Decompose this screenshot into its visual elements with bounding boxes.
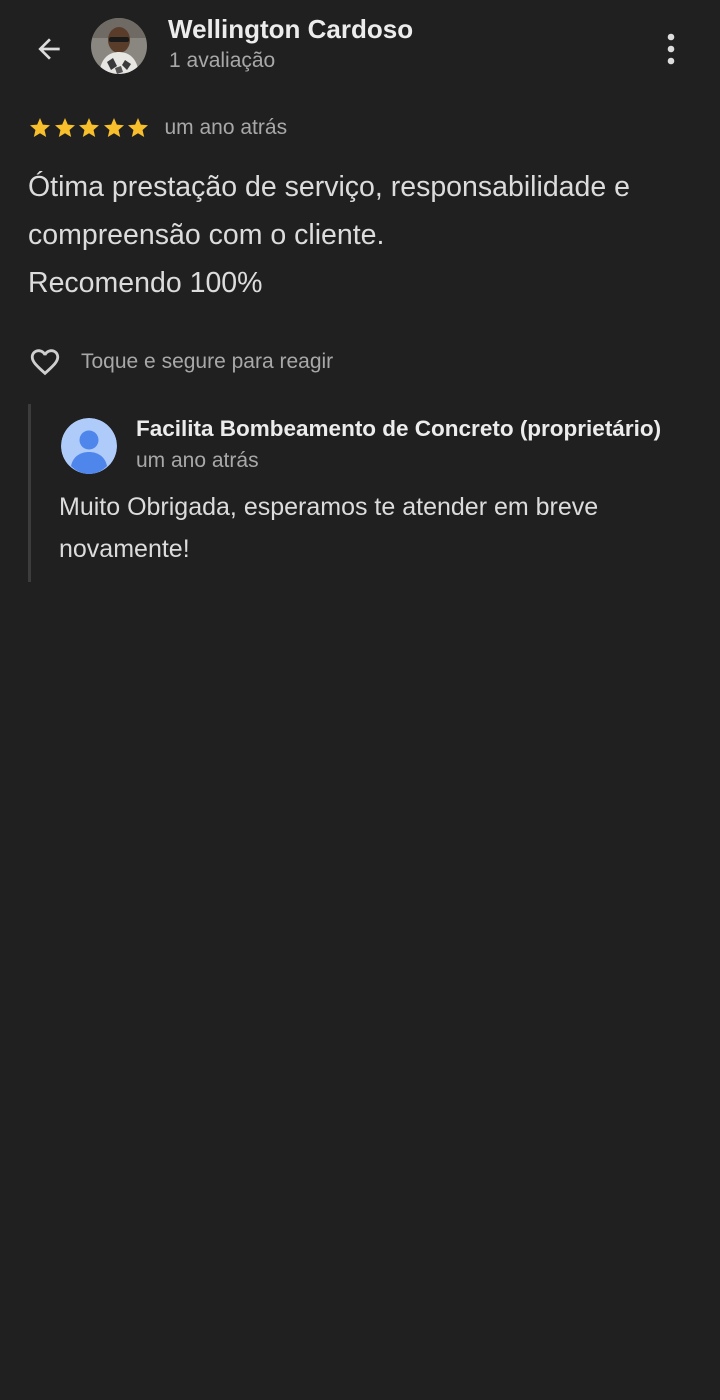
review-time: um ano atrás xyxy=(164,116,288,139)
review-header: Wellington Cardoso 1 avaliação xyxy=(0,0,720,96)
star-rating xyxy=(28,116,151,140)
reviewer-review-count: 1 avaliação xyxy=(169,49,276,72)
react-button[interactable]: Toque e segure para reagir xyxy=(26,342,333,382)
more-options-button[interactable] xyxy=(650,26,692,72)
heart-outline-icon xyxy=(30,349,60,376)
reviewer-photo xyxy=(91,18,147,74)
reviewer-avatar[interactable] xyxy=(91,18,147,74)
arrow-left-icon xyxy=(38,38,60,60)
owner-avatar[interactable] xyxy=(61,418,117,474)
person-icon xyxy=(61,418,117,474)
review-text: Ótima prestação de serviço, responsabili… xyxy=(28,171,630,299)
star-icon xyxy=(103,118,124,137)
more-vert-icon xyxy=(667,33,675,65)
reviewer-name[interactable]: Wellington Cardoso xyxy=(168,14,413,45)
owner-reply: Facilita Bombeamento de Concreto (propri… xyxy=(28,404,701,582)
review-rating-row: um ano atrás xyxy=(28,113,287,143)
star-icon xyxy=(79,118,99,137)
back-button[interactable] xyxy=(26,26,72,72)
star-icon xyxy=(30,118,50,137)
owner-reply-text: Muito Obrigada, esperamos te atender em … xyxy=(59,493,599,563)
react-label: Toque e segure para reagir xyxy=(81,350,334,373)
star-icon xyxy=(54,118,75,137)
owner-name[interactable]: Facilita Bombeamento de Concreto (propri… xyxy=(136,416,661,442)
star-icon xyxy=(128,118,148,137)
owner-reply-time: um ano atrás xyxy=(136,449,259,472)
